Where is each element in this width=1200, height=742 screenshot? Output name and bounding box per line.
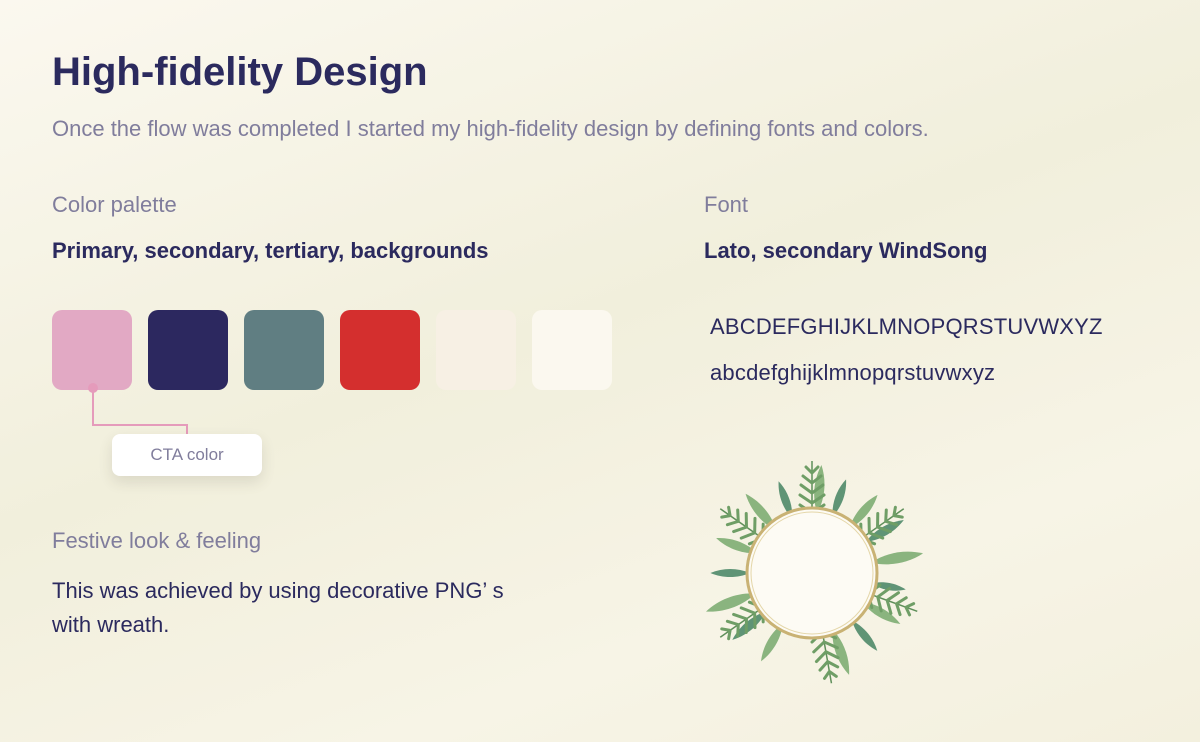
swatch-background-1: [436, 310, 516, 390]
callout-connector: [88, 383, 188, 436]
swatch-background-2: [532, 310, 612, 390]
font-label: Font: [704, 192, 749, 217]
swatch-primary: [52, 310, 132, 390]
font-heading: Lato, secondary WindSong: [704, 238, 988, 263]
swatch-tertiary: [244, 310, 324, 390]
festive-description: This was achieved by using decorative PN…: [52, 578, 504, 637]
page-subtitle: Once the flow was completed I started my…: [52, 116, 929, 141]
uppercase-sample: ABCDEFGHIJKLMNOPQRSTUVWXYZ: [710, 314, 1103, 339]
swatch-secondary: [148, 310, 228, 390]
cta-color-callout: CTA color: [112, 434, 262, 476]
swatch-accent-red: [340, 310, 420, 390]
page-title: High-fidelity Design: [52, 50, 428, 94]
wreath-illustration: [704, 459, 925, 687]
color-palette-heading: Primary, secondary, tertiary, background…: [52, 238, 489, 263]
color-palette-label: Color palette: [52, 192, 177, 217]
lowercase-sample: abcdefghijklmnopqrstuvwxyz: [710, 360, 996, 385]
festive-label: Festive look & feeling: [52, 528, 262, 553]
